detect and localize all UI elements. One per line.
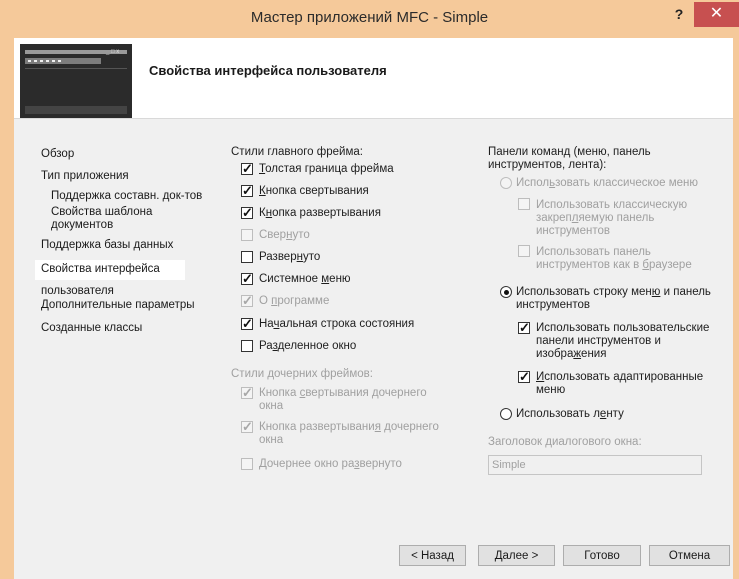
split-window-label: Разделенное окно	[259, 340, 357, 352]
menubar-toolbar-label-cont: инструментов	[516, 299, 590, 311]
thick-frame-checkbox[interactable]	[241, 161, 253, 177]
status-bar-checkbox[interactable]	[241, 316, 253, 332]
personalized-menus-checkbox[interactable]	[518, 369, 530, 385]
classic-menu-radio[interactable]	[500, 177, 512, 189]
help-button[interactable]: ?	[668, 6, 690, 26]
about-box-checkbox[interactable]	[241, 293, 253, 309]
cancel-button[interactable]: Отмена	[649, 545, 730, 566]
personalized-menus-label: Использовать адаптированные	[536, 371, 704, 383]
child-maximized-label: Дочернее окно развернуто	[259, 458, 402, 470]
nav-item-doc-template-cont[interactable]: документов	[51, 219, 113, 232]
next-button[interactable]: Далее >	[478, 545, 555, 566]
nav-item-compound-docs[interactable]: Поддержка составн. док-тов	[51, 190, 202, 203]
browser-toolbar-label: Использовать панель	[536, 246, 651, 258]
user-defined-toolbars-label-cont2: изображения	[536, 348, 607, 360]
system-menu-checkbox[interactable]	[241, 271, 253, 287]
child-maximized-checkbox[interactable]	[241, 458, 253, 470]
nav-item-doc-template[interactable]: Свойства шаблона	[51, 206, 152, 219]
maximize-box-checkbox[interactable]	[241, 205, 253, 221]
main-frame-heading: Стили главного фрейма:	[231, 146, 363, 158]
user-defined-toolbars-label: Использовать пользовательские	[536, 322, 710, 334]
split-window-checkbox[interactable]	[241, 340, 253, 352]
maximized-checkbox[interactable]	[241, 251, 253, 263]
minimized-checkbox[interactable]	[241, 229, 253, 241]
child-minimize-checkbox[interactable]	[241, 385, 253, 401]
back-button[interactable]: < Назад	[399, 545, 466, 566]
classic-docking-toolbar-checkbox[interactable]	[518, 198, 530, 210]
nav-item-database[interactable]: Поддержка базы данных	[41, 239, 173, 252]
wizard-window-icon: _ □ x	[20, 44, 132, 120]
svg-text:_ □ x: _ □ x	[105, 49, 119, 55]
dialog-title-label: Заголовок диалогового окна:	[488, 436, 642, 448]
nav-item-overview[interactable]: Обзор	[41, 148, 74, 161]
browser-toolbar-label-cont: инструментов как в браузере	[536, 259, 692, 271]
minimize-box-checkbox[interactable]	[241, 183, 253, 199]
browser-toolbar-checkbox[interactable]	[518, 245, 530, 257]
menubar-toolbar-label: Использовать строку меню и панель	[516, 286, 711, 298]
nav-item-application-type[interactable]: Тип приложения	[41, 170, 129, 183]
maximize-box-label: Кнопка развертывания	[259, 207, 381, 219]
ribbon-label: Использовать ленту	[516, 408, 624, 420]
classic-docking-toolbar-label-cont: закрепляемую панель	[536, 212, 655, 224]
thick-frame-label: Толстая граница фрейма	[259, 163, 394, 175]
page-title: Свойства интерфейса пользователя	[149, 63, 387, 78]
user-defined-toolbars-label-cont: панели инструментов и	[536, 335, 661, 347]
window-border-left	[0, 38, 14, 579]
window-title: Мастер приложений MFC - Simple	[250, 9, 489, 26]
user-defined-toolbars-checkbox[interactable]	[518, 320, 530, 336]
classic-docking-toolbar-label-cont2: инструментов	[536, 225, 610, 237]
child-maximize-checkbox[interactable]	[241, 419, 253, 435]
child-minimize-label: Кнопка свертывания дочернего	[259, 387, 427, 399]
about-box-label: О программе	[259, 295, 330, 307]
command-bars-heading: Панели команд (меню, панель	[488, 146, 651, 158]
close-button[interactable]: ✕	[694, 2, 739, 27]
ribbon-radio[interactable]	[500, 408, 512, 420]
command-bars-heading-cont: инструментов, лента):	[488, 159, 607, 171]
child-minimize-label-cont: окна	[259, 400, 284, 412]
personalized-menus-label-cont: меню	[536, 384, 566, 396]
wizard-navigation	[14, 119, 214, 579]
window-border-right	[733, 38, 739, 579]
minimized-label: Свернуто	[259, 229, 310, 241]
system-menu-label: Системное меню	[259, 273, 351, 285]
maximized-label: Развернуто	[259, 251, 321, 263]
classic-docking-toolbar-label: Использовать классическую	[536, 199, 688, 211]
dialog-title-input[interactable]: Simple	[488, 455, 702, 475]
nav-item-ui-features-cont[interactable]: пользователя	[41, 285, 114, 298]
child-maximize-label-cont: окна	[259, 434, 284, 446]
menubar-toolbar-radio[interactable]	[500, 286, 512, 298]
nav-item-advanced[interactable]: Дополнительные параметры	[41, 299, 195, 312]
nav-item-ui-features[interactable]: Свойства интерфейса	[41, 263, 160, 276]
finish-button[interactable]: Готово	[563, 545, 641, 566]
child-frame-heading: Стили дочерних фреймов:	[231, 368, 373, 380]
status-bar-label: Начальная строка состояния	[259, 318, 415, 330]
nav-item-generated-classes[interactable]: Созданные классы	[41, 322, 142, 335]
minimize-box-label: Кнопка свертывания	[259, 185, 369, 197]
classic-menu-label: Использовать классическое меню	[516, 177, 698, 189]
child-maximize-label: Кнопка развертывания дочернего	[259, 421, 439, 433]
